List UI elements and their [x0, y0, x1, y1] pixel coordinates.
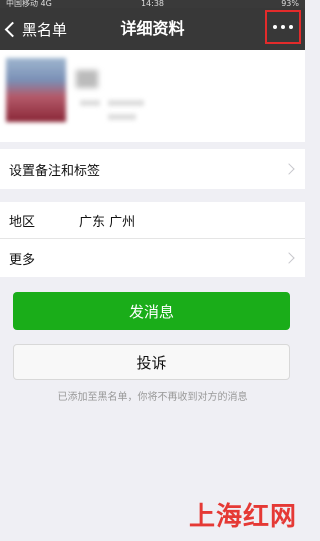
profile-card — [0, 50, 305, 142]
region-value: 广东 广州 — [79, 214, 136, 230]
more-dots-icon — [273, 25, 277, 29]
blurred-text — [108, 114, 136, 120]
send-message-button[interactable]: 发消息 — [13, 292, 290, 330]
avatar[interactable] — [6, 58, 66, 122]
nav-bar: 黑名单 详细资料 — [0, 8, 305, 50]
row-label: 更多 — [9, 252, 36, 268]
blurred-text — [80, 100, 100, 106]
battery-text: 93% — [281, 0, 299, 8]
blacklist-notice: 已添加至黑名单，你将不再收到对方的消息 — [57, 392, 248, 403]
report-button[interactable]: 投诉 — [13, 344, 290, 380]
watermark: 上海红网 — [188, 502, 297, 532]
more-options-button[interactable] — [265, 10, 301, 44]
chevron-right-icon — [283, 163, 295, 175]
set-remark-tags-row[interactable]: 设置备注和标签 — [0, 149, 305, 189]
chevron-right-icon — [283, 252, 295, 264]
page-title: 详细资料 — [120, 19, 185, 38]
row-label: 设置备注和标签 — [9, 163, 101, 179]
region-row: 地区 广东 广州 — [0, 202, 305, 238]
blurred-text — [108, 100, 144, 106]
row-label: 地区 — [9, 214, 36, 230]
status-time: 14:38 — [140, 0, 165, 8]
blurred-name — [76, 70, 98, 88]
more-row[interactable]: 更多 — [0, 238, 305, 277]
status-bar: 中国移动 4G 14:38 93% — [0, 0, 305, 8]
